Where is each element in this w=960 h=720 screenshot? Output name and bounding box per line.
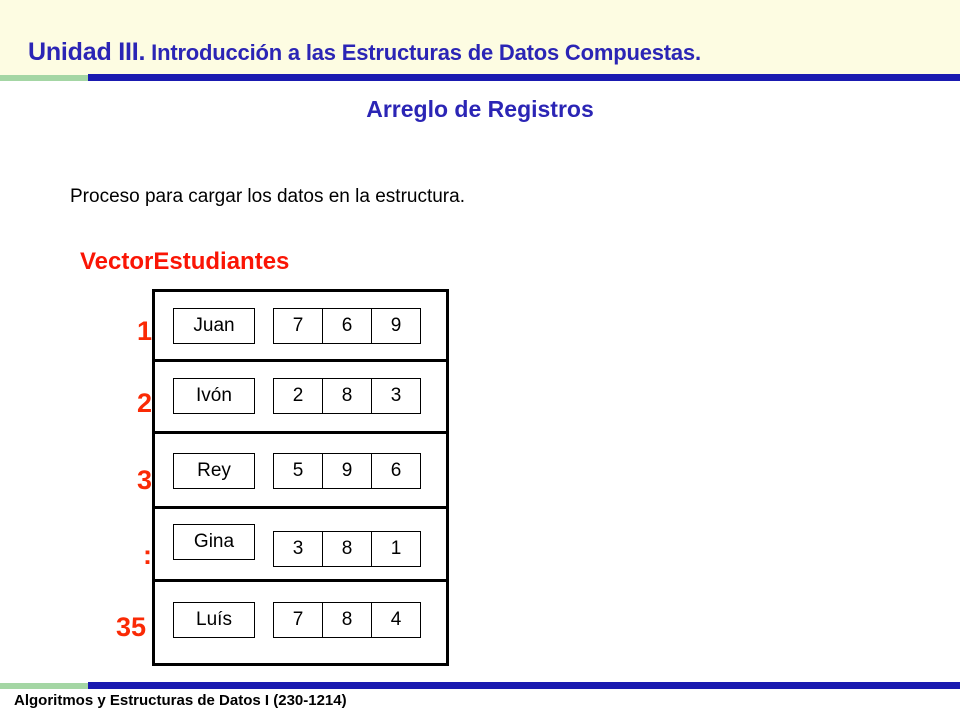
record-value-cell: 4 bbox=[390, 609, 402, 630]
record-value-cell: 7 bbox=[274, 603, 323, 637]
array-index-1: 1 bbox=[136, 316, 152, 346]
slide-title: Arreglo de Registros bbox=[366, 96, 594, 122]
unit-title-rest: Introducción a las Estructuras de Datos … bbox=[145, 40, 701, 65]
record-value-cell: 7 bbox=[274, 309, 323, 343]
record-values-box: 3 8 1 bbox=[273, 531, 421, 567]
record-name-box: Gina bbox=[173, 524, 255, 560]
array-index-2: 2 bbox=[136, 388, 152, 418]
record-value-cell: 9 bbox=[390, 315, 402, 336]
record-name-box: Luís bbox=[173, 602, 255, 638]
record-value-cell: 8 bbox=[323, 532, 372, 566]
record-value-cell: 3 bbox=[274, 532, 323, 566]
record-value-cell: 9 bbox=[323, 454, 372, 488]
footer-course-label: Algoritmos y Estructuras de Datos I (230… bbox=[14, 692, 347, 709]
record-value-cell: 2 bbox=[274, 379, 323, 413]
divider-top bbox=[0, 74, 960, 82]
record-value-cell: 5 bbox=[274, 454, 323, 488]
record-value-cell: 6 bbox=[323, 309, 372, 343]
record-value-cell: 3 bbox=[390, 385, 402, 406]
divider-bottom bbox=[0, 682, 960, 690]
array-index-3: 3 bbox=[136, 465, 152, 495]
unit-title-prefix: Unidad III. bbox=[28, 38, 146, 66]
array-index-4: : bbox=[143, 540, 152, 570]
array-row: Luís 7 8 4 bbox=[155, 582, 446, 663]
structure-name-label: VectorEstudiantes bbox=[80, 248, 290, 275]
record-name-box: Rey bbox=[173, 453, 255, 489]
record-name-box: Juan bbox=[173, 308, 255, 344]
record-values-box: 7 8 4 bbox=[273, 602, 421, 638]
record-value-cell: 8 bbox=[323, 379, 372, 413]
record-name-box: Ivón bbox=[173, 378, 255, 414]
array-index-5: 35 bbox=[115, 612, 146, 642]
divider-green-segment bbox=[0, 75, 90, 81]
array-row: Ivón 2 8 3 bbox=[155, 362, 446, 434]
record-value-cell: 6 bbox=[390, 460, 402, 481]
array-row: Gina 3 8 1 bbox=[155, 509, 446, 582]
record-values-box: 5 9 6 bbox=[273, 453, 421, 489]
record-values-box: 2 8 3 bbox=[273, 378, 421, 414]
record-value-cell: 1 bbox=[390, 538, 402, 559]
array-row: Juan 7 6 9 bbox=[155, 292, 446, 362]
divider-green-segment bbox=[0, 683, 90, 689]
intro-paragraph: Proceso para cargar los datos en la estr… bbox=[70, 186, 465, 207]
array-row: Rey 5 9 6 bbox=[155, 434, 446, 509]
record-values-box: 7 6 9 bbox=[273, 308, 421, 344]
array-container: Juan 7 6 9 Ivón 2 8 3 Rey 5 9 6 Gina 3 8… bbox=[152, 289, 449, 666]
divider-blue-segment bbox=[88, 74, 960, 81]
record-value-cell: 8 bbox=[323, 603, 372, 637]
divider-blue-segment bbox=[88, 682, 960, 689]
unit-title: Unidad III. Introducción a las Estructur… bbox=[28, 38, 701, 67]
